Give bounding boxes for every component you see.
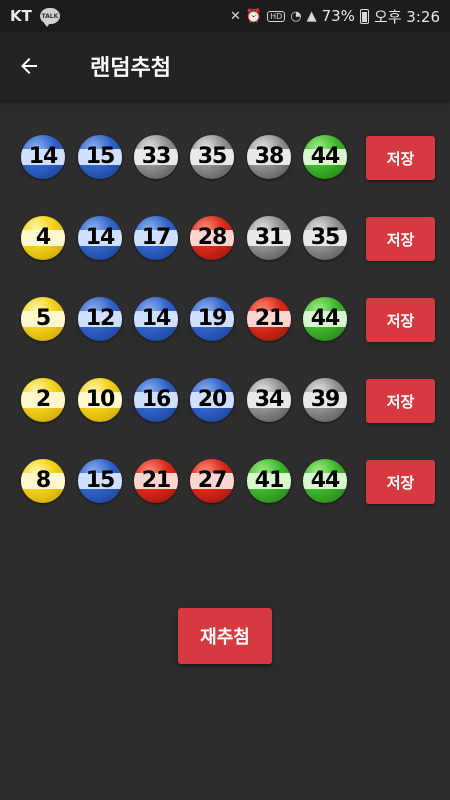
lotto-ball: 15 bbox=[78, 135, 122, 179]
draw-row: 14 15 33 35 38 44 저장 bbox=[0, 126, 450, 188]
lotto-ball: 44 bbox=[303, 135, 347, 179]
lotto-ball: 21 bbox=[247, 297, 291, 341]
lotto-ball: 12 bbox=[78, 297, 122, 341]
lotto-ball: 10 bbox=[78, 378, 122, 422]
page-title: 랜덤추첨 bbox=[90, 56, 171, 81]
lotto-ball: 21 bbox=[134, 459, 178, 503]
lotto-ball: 35 bbox=[190, 135, 234, 179]
lotto-ball: 19 bbox=[190, 297, 234, 341]
carrier-label: KT bbox=[10, 7, 32, 25]
draw-row: 5 12 14 19 21 44 저장 bbox=[0, 288, 450, 350]
battery-percent: 73% bbox=[321, 7, 355, 25]
redraw-button[interactable]: 재추첨 bbox=[178, 608, 272, 664]
lotto-ball: 16 bbox=[134, 378, 178, 422]
hd-icon: HD bbox=[267, 10, 286, 22]
alarm-icon: ⏰ bbox=[245, 8, 263, 24]
draw-row: 4 14 17 28 31 35 저장 bbox=[0, 207, 450, 269]
lotto-ball: 2 bbox=[21, 378, 65, 422]
lotto-ball: 35 bbox=[303, 216, 347, 260]
lotto-ball: 44 bbox=[303, 297, 347, 341]
draw-row: 8 15 21 27 41 44 저장 bbox=[0, 450, 450, 512]
draw-row: 2 10 16 20 34 39 저장 bbox=[0, 369, 450, 431]
arrow-left-icon bbox=[21, 58, 37, 74]
save-button[interactable]: 저장 bbox=[366, 460, 435, 504]
lotto-ball: 31 bbox=[247, 216, 291, 260]
status-bar: KT TALK ✕ ⏰ HD ◔ ▲ 73% 오후 3:26 bbox=[0, 0, 450, 32]
lotto-ball: 15 bbox=[78, 459, 122, 503]
lotto-ball: 14 bbox=[21, 135, 65, 179]
lotto-ball: 20 bbox=[190, 378, 234, 422]
lotto-ball: 44 bbox=[303, 459, 347, 503]
save-button[interactable]: 저장 bbox=[366, 379, 435, 423]
lotto-ball: 28 bbox=[190, 216, 234, 260]
lotto-ball: 17 bbox=[134, 216, 178, 260]
lotto-ball: 14 bbox=[78, 216, 122, 260]
app-bar: 랜덤추첨 bbox=[0, 32, 450, 100]
wifi-icon: ◔ bbox=[290, 8, 302, 24]
lotto-ball: 8 bbox=[21, 459, 65, 503]
battery-icon bbox=[359, 8, 369, 24]
kakaotalk-icon: TALK bbox=[39, 8, 60, 27]
lotto-ball: 4 bbox=[21, 216, 65, 260]
signal-icon: ▲ bbox=[306, 8, 317, 24]
save-button[interactable]: 저장 bbox=[366, 298, 435, 342]
lotto-ball: 39 bbox=[303, 378, 347, 422]
lotto-ball: 34 bbox=[247, 378, 291, 422]
lotto-ball: 33 bbox=[134, 135, 178, 179]
mute-icon: ✕ bbox=[229, 8, 241, 24]
lotto-ball: 27 bbox=[190, 459, 234, 503]
save-button[interactable]: 저장 bbox=[366, 217, 435, 261]
back-button[interactable] bbox=[0, 32, 58, 100]
lotto-ball: 14 bbox=[134, 297, 178, 341]
lotto-ball: 38 bbox=[247, 135, 291, 179]
save-button[interactable]: 저장 bbox=[366, 136, 435, 180]
lotto-ball: 5 bbox=[21, 297, 65, 341]
clock: 오후 3:26 bbox=[373, 7, 440, 26]
lotto-ball: 41 bbox=[247, 459, 291, 503]
